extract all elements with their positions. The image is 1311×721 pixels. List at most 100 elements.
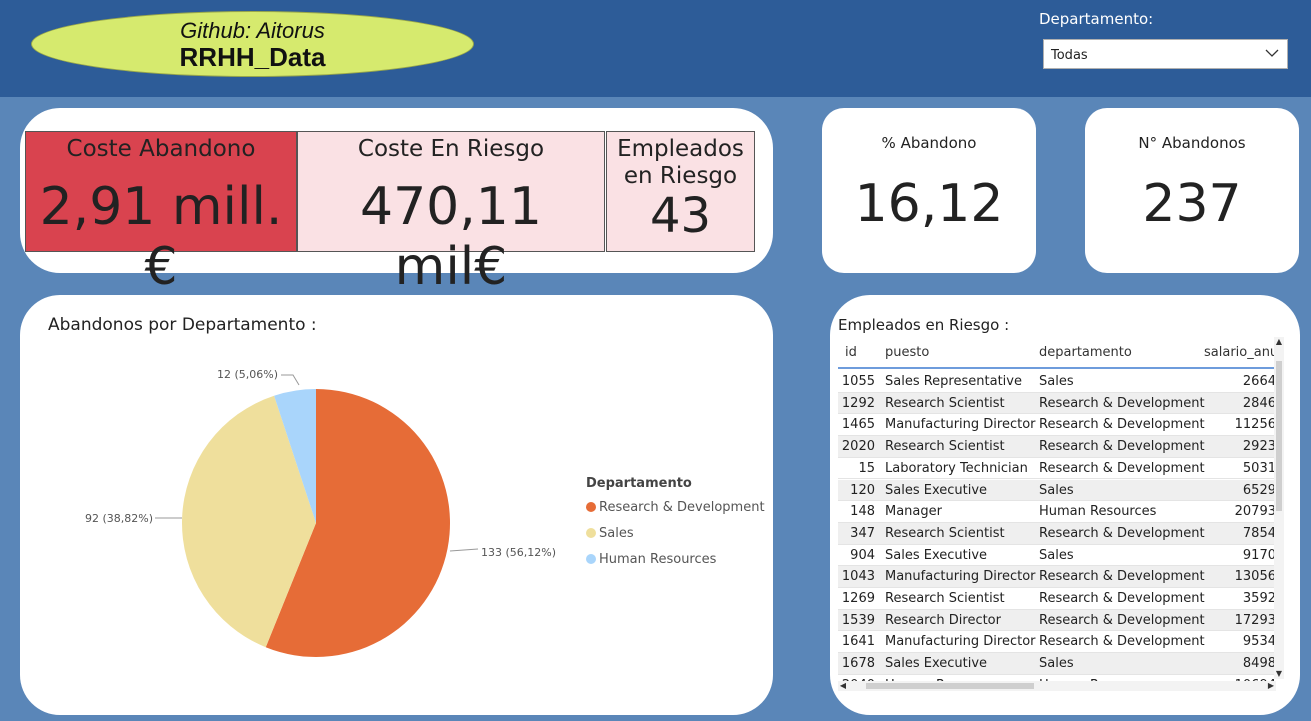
scroll-left-icon[interactable]: ◀ <box>838 681 848 691</box>
horizontal-scroll-thumb[interactable] <box>866 683 1034 689</box>
table-row[interactable]: 1055 Sales Representative Sales 2664 <box>838 371 1276 393</box>
pct-abandono-card: % Abandono 16,12 <box>822 108 1036 273</box>
cell-puesto: Sales Executive <box>885 547 988 563</box>
table-row[interactable]: 2020 Research Scientist Research & Develop… <box>838 436 1276 458</box>
legend-dot-rd <box>586 502 596 512</box>
department-filter-select[interactable]: Todas <box>1043 39 1288 69</box>
logo-line1: Github: Aitorus <box>180 18 325 43</box>
cell-id: 120 <box>850 482 875 498</box>
cell-departamento: Sales <box>1039 547 1074 563</box>
cell-salario: 2846 <box>1242 395 1276 411</box>
scroll-right-icon[interactable]: ▶ <box>1266 681 1276 691</box>
cell-id: 1269 <box>841 591 875 606</box>
table-row[interactable]: 1641 Manufacturing Director Research & Dev… <box>838 631 1276 654</box>
cell-id: 1641 <box>841 634 875 650</box>
cell-departamento: Sales <box>1039 656 1074 672</box>
empleados-riesgo-kpi: Empleados en Riesgo 43 <box>606 131 755 252</box>
legend-dot-hr <box>586 554 596 564</box>
cell-puesto: Sales Representative <box>885 374 1022 389</box>
header-bar: Github: Aitorus RRHH_Data Departamento: … <box>0 0 1311 97</box>
cell-puesto: Sales Executive <box>885 482 988 498</box>
cell-puesto: Laboratory Technician <box>885 460 1028 476</box>
legend-item-hr[interactable]: Human Resources <box>586 552 716 567</box>
table-row[interactable]: 15 Laboratory Technician Research & Develo… <box>838 458 1276 480</box>
department-filter-label: Departamento: <box>1039 10 1154 28</box>
cell-salario: 11256 <box>1234 417 1276 433</box>
cell-departamento: Research & Development <box>1039 634 1205 650</box>
department-filter-value: Todas <box>1051 48 1088 63</box>
cell-id: 1055 <box>841 374 875 389</box>
table-row[interactable]: 148 Manager Human Resources 20793 <box>838 501 1276 523</box>
table-row[interactable]: 904 Sales Executive Sales 9170 <box>838 545 1276 567</box>
cell-salario: 5031 <box>1242 460 1276 476</box>
col-header-departamento[interactable]: departamento <box>1039 345 1132 360</box>
chevron-down-icon <box>1265 49 1279 57</box>
col-header-salario[interactable]: salario_anual <box>1204 345 1276 360</box>
pie-label-hr: 12 (5,06%) <box>217 368 279 381</box>
coste-riesgo-kpi: Coste En Riesgo 470,11 mil€ <box>297 131 605 297</box>
pie-label-rd: 133 (56,12%) <box>481 546 557 559</box>
cell-id: 1678 <box>841 656 875 672</box>
cell-salario: 6529 <box>1242 482 1276 498</box>
logo-line2: RRHH_Data <box>179 42 326 72</box>
table-title: Empleados en Riesgo : <box>838 316 1010 334</box>
coste-riesgo-title: Coste En Riesgo <box>357 136 545 162</box>
cell-salario: 7854 <box>1242 525 1276 541</box>
empleados-riesgo-value: 43 <box>649 188 712 244</box>
cell-puesto: Research Scientist <box>885 395 1005 411</box>
coste-abandono-value: 2,91 mill.€ <box>39 177 283 297</box>
table-row[interactable]: 1465 Manufacturing Director Research & Dev… <box>838 414 1276 437</box>
cell-salario: 8498 <box>1242 656 1276 672</box>
legend-item-rd[interactable]: Research & Development <box>586 500 765 515</box>
cell-departamento: Research & Development <box>1039 417 1205 433</box>
table-row[interactable]: 1269 Research Scientist Research & Develop… <box>838 588 1276 610</box>
cell-departamento: Research & Development <box>1039 525 1205 541</box>
cell-departamento: Research & Development <box>1039 612 1205 628</box>
cell-puesto: Research Scientist <box>885 525 1005 541</box>
coste-abandono-kpi: Coste Abandono 2,91 mill.€ <box>25 131 297 297</box>
pie-chart-card: Abandonos por Departamento : 12 (5,06%) … <box>20 295 773 715</box>
cell-puesto: Manufacturing Director <box>885 569 1036 585</box>
legend-label-hr: Human Resources <box>599 552 717 567</box>
cell-puesto: Sales Executive <box>885 656 988 672</box>
cell-departamento: Research & Development <box>1039 591 1205 606</box>
pct-abandono-title: % Abandono <box>881 134 977 152</box>
cell-departamento: Sales <box>1039 374 1074 389</box>
table-row[interactable]: 347 Research Scientist Research & Developm… <box>838 522 1276 545</box>
table-row[interactable]: 1292 Research Scientist Research & Develop… <box>838 392 1276 415</box>
scroll-down-icon[interactable]: ▼ <box>1274 669 1284 679</box>
cell-departamento: Research & Development <box>1039 569 1205 585</box>
legend-item-sales[interactable]: Sales <box>586 526 634 541</box>
cell-salario: 2664 <box>1242 374 1276 389</box>
cell-puesto: Manufacturing Director <box>885 634 1036 650</box>
table-row[interactable]: 1539 Research Director Research & Developm… <box>838 609 1276 632</box>
cell-departamento: Research & Development <box>1039 395 1205 411</box>
col-header-puesto[interactable]: puesto <box>885 345 929 360</box>
cell-id: 1292 <box>841 395 875 411</box>
cell-salario: 17293 <box>1234 612 1276 628</box>
cell-puesto: Manufacturing Director <box>885 417 1036 433</box>
cell-id: 904 <box>850 547 875 563</box>
cell-salario: 13056 <box>1234 569 1276 585</box>
cell-salario: 9534 <box>1242 634 1276 650</box>
cell-departamento: Sales <box>1039 482 1074 498</box>
legend-label-sales: Sales <box>599 526 634 541</box>
cell-id: 347 <box>850 525 875 541</box>
horizontal-scrollbar[interactable]: ◀ ▶ <box>838 681 1276 691</box>
leader-line-hr <box>281 374 300 386</box>
cell-puesto: Manager <box>885 504 942 520</box>
col-header-id[interactable]: id <box>845 345 857 360</box>
risk-employees-table-card: Empleados en Riesgo : id puesto departam… <box>830 295 1300 715</box>
cell-departamento: Research & Development <box>1039 460 1205 476</box>
cell-puesto: Research Director <box>885 612 1001 628</box>
logo-badge: Github: Aitorus RRHH_Data <box>31 11 474 77</box>
scroll-up-icon[interactable]: ▲ <box>1274 337 1284 347</box>
vertical-scrollbar[interactable]: ▲ ▼ <box>1274 337 1284 679</box>
risk-employees-table[interactable]: id puesto departamento salario_anual 105… <box>838 337 1276 687</box>
table-row[interactable]: 1678 Sales Executive Sales 8498 <box>838 653 1276 675</box>
table-row[interactable]: 120 Sales Executive Sales 6529 <box>838 479 1276 502</box>
cell-departamento: Research & Development <box>1039 439 1205 455</box>
table-row[interactable]: 1043 Manufacturing Director Research & Dev… <box>838 566 1276 588</box>
vertical-scroll-thumb[interactable] <box>1276 361 1282 511</box>
cell-id: 15 <box>858 460 875 476</box>
